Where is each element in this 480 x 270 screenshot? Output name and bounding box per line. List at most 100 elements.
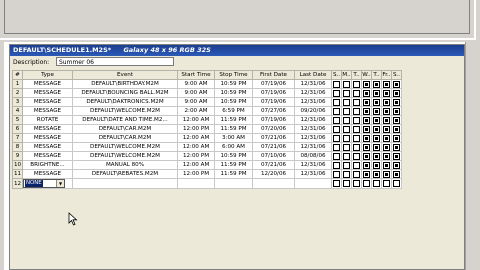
table-row[interactable]: 12 NONE ▼ (12, 178, 402, 189)
day-checkbox[interactable] (363, 98, 370, 106)
cell-first[interactable]: 07/20/06 (252, 124, 295, 134)
day-checkbox[interactable] (353, 80, 360, 88)
cell-last[interactable]: 09/20/06 (294, 106, 332, 116)
column-header[interactable]: # (12, 70, 23, 80)
day-checkbox[interactable] (393, 80, 400, 88)
day-checkbox[interactable] (383, 134, 390, 142)
day-checkbox[interactable] (353, 152, 360, 160)
table-row[interactable]: 8 MESSAGE DEFAULT\WELCOME.M2M 12:00 AM 6:00 … (12, 142, 402, 152)
cell-event[interactable]: DEFAULT\CAR.M2M (72, 133, 178, 143)
cell-stop[interactable] (214, 178, 253, 189)
day-checkbox[interactable] (353, 116, 360, 124)
cell-start[interactable]: 9:00 AM (177, 88, 215, 98)
day-checkbox[interactable] (393, 98, 400, 106)
day-checkbox[interactable] (363, 134, 370, 142)
cell-last[interactable]: 12/31/06 (294, 97, 332, 107)
day-checkbox[interactable] (393, 161, 400, 169)
cell-start[interactable]: 12:00 PM (177, 151, 215, 161)
cell-stop[interactable]: 11:59 PM (214, 124, 253, 134)
cell-event[interactable]: DEFAULT\CAR.M2M (72, 124, 178, 134)
day-checkbox[interactable] (363, 180, 370, 187)
cell-type[interactable]: MESSAGE (22, 97, 73, 107)
day-checkbox[interactable] (373, 152, 380, 160)
cell-start[interactable]: 12:00 AM (177, 142, 215, 152)
day-checkbox[interactable] (333, 116, 340, 124)
day-checkbox[interactable] (343, 152, 350, 160)
day-checkbox[interactable] (373, 98, 380, 106)
day-checkbox[interactable] (343, 180, 350, 187)
cell-stop[interactable]: 10:59 PM (214, 97, 253, 107)
column-header[interactable]: Start Time (177, 70, 215, 80)
cell-event[interactable] (72, 178, 178, 189)
cell-stop[interactable]: 11:59 PM (214, 115, 253, 125)
day-checkbox[interactable] (383, 125, 390, 133)
cell-type[interactable]: BRIGHTNE... (22, 160, 73, 170)
schedule-window-titlebar[interactable]: DEFAULT\SCHEDULE1.M2S* Galaxy 48 x 96 RG… (10, 45, 464, 56)
day-checkbox[interactable] (363, 170, 370, 178)
day-checkbox[interactable] (353, 180, 360, 187)
day-checkbox[interactable] (353, 89, 360, 97)
day-checkbox[interactable] (353, 125, 360, 133)
table-row[interactable]: 6 MESSAGE DEFAULT\CAR.M2M 12:00 PM 11:59 PM 0… (12, 124, 402, 134)
cell-type[interactable]: MESSAGE (22, 106, 73, 116)
cell-event[interactable]: DEFAULT\DATE AND TIME.M2... (72, 115, 178, 125)
cell-event[interactable]: DEFAULT\REBATES.M2M (72, 169, 178, 179)
cell-start[interactable]: 9:00 AM (177, 79, 215, 89)
day-checkbox[interactable] (343, 125, 350, 133)
cell-start[interactable] (177, 178, 215, 189)
day-checkbox[interactable] (373, 170, 380, 178)
cell-start[interactable]: 12:00 AM (177, 115, 215, 125)
day-checkbox[interactable] (333, 161, 340, 169)
day-checkbox[interactable] (383, 152, 390, 160)
table-row[interactable]: 10 BRIGHTNE... MANUAL 80% 12:00 AM 11:59 PM 0… (12, 160, 402, 170)
cell-last[interactable] (294, 178, 332, 189)
cell-event[interactable]: DEFAULT\DAKTRONICS.M2M (72, 97, 178, 107)
cell-type[interactable]: MESSAGE (22, 88, 73, 98)
type-dropdown[interactable]: NONE ▼ (23, 179, 65, 188)
cell-first[interactable]: 12/20/06 (252, 169, 295, 179)
day-checkbox[interactable] (343, 89, 350, 97)
cell-last[interactable]: 12/31/06 (294, 124, 332, 134)
cell-last[interactable]: 12/31/06 (294, 133, 332, 143)
day-checkbox[interactable] (363, 80, 370, 88)
cell-first[interactable]: 07/21/06 (252, 160, 295, 170)
day-checkbox[interactable] (363, 143, 370, 151)
column-header[interactable]: First Date (252, 70, 295, 80)
column-header[interactable]: Type (22, 70, 73, 80)
table-row[interactable]: 3 MESSAGE DEFAULT\DAKTRONICS.M2M 9:00 AM 10:… (12, 97, 402, 107)
column-header[interactable]: W.. (361, 70, 372, 80)
day-checkbox[interactable] (353, 98, 360, 106)
day-checkbox[interactable] (353, 161, 360, 169)
day-checkbox[interactable] (333, 170, 340, 178)
cell-last[interactable]: 08/08/06 (294, 151, 332, 161)
cell-stop[interactable]: 3:00 AM (214, 133, 253, 143)
table-row[interactable]: 11 MESSAGE DEFAULT\REBATES.M2M 12:00 PM 11:5… (12, 169, 402, 179)
day-checkbox[interactable] (393, 152, 400, 160)
cell-type[interactable]: MESSAGE (22, 124, 73, 134)
cell-last[interactable]: 12/31/06 (294, 160, 332, 170)
day-checkbox[interactable] (393, 125, 400, 133)
day-checkbox[interactable] (383, 170, 390, 178)
cell-event[interactable]: DEFAULT\WELCOME.M2M (72, 151, 178, 161)
day-checkbox[interactable] (373, 89, 380, 97)
cell-stop[interactable]: 11:59 PM (214, 169, 253, 179)
day-checkbox[interactable] (383, 80, 390, 88)
day-checkbox[interactable] (393, 107, 400, 115)
day-checkbox[interactable] (373, 180, 380, 187)
day-checkbox[interactable] (373, 125, 380, 133)
cell-type[interactable]: MESSAGE (22, 151, 73, 161)
column-header[interactable]: T.. (371, 70, 382, 80)
cell-type[interactable]: MESSAGE (22, 79, 73, 89)
day-checkbox[interactable] (373, 134, 380, 142)
schedule-window[interactable]: DEFAULT\SCHEDULE1.M2S* Galaxy 48 x 96 RG… (9, 44, 465, 270)
cell-first[interactable]: 07/19/06 (252, 79, 295, 89)
column-header[interactable]: Fr.. (381, 70, 392, 80)
table-row[interactable]: 1 MESSAGE DEFAULT\BIRTHDAY.M2M 9:00 AM 10:59… (12, 79, 402, 89)
cell-last[interactable]: 12/31/06 (294, 79, 332, 89)
column-header[interactable]: M.. (341, 70, 352, 80)
day-checkbox[interactable] (353, 170, 360, 178)
column-header[interactable]: Stop Time (214, 70, 253, 80)
cell-type[interactable]: NONE ▼ (22, 178, 73, 189)
day-checkbox[interactable] (333, 180, 340, 187)
day-checkbox[interactable] (343, 143, 350, 151)
